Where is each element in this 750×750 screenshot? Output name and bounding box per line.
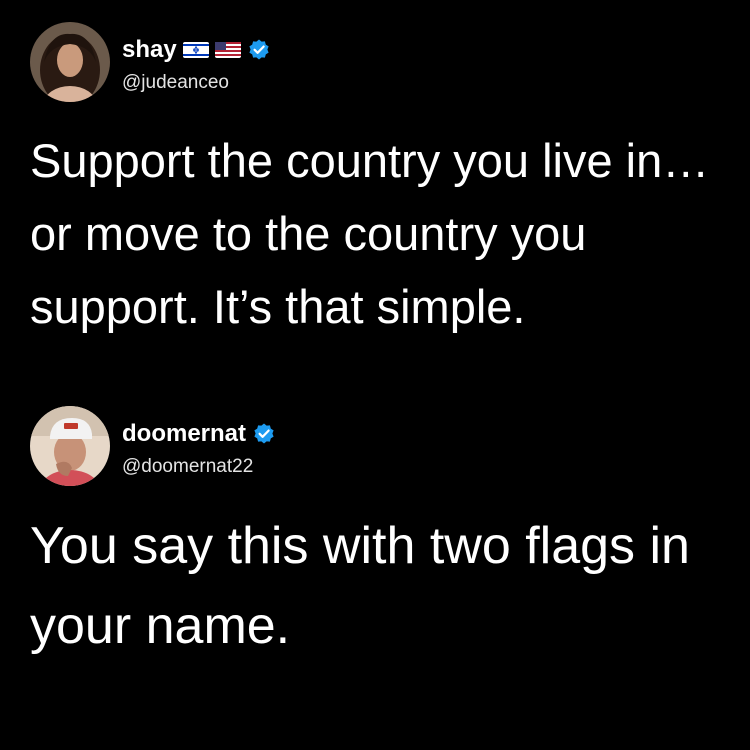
verified-badge-icon [249, 39, 269, 60]
display-name[interactable]: shay [122, 36, 177, 64]
israel-flag-icon [182, 42, 209, 58]
verified-badge-icon [254, 423, 274, 444]
avatar-shay[interactable] [30, 22, 110, 102]
display-name[interactable]: doomernat [122, 420, 246, 448]
tweet-text: You say this with two flags in your name… [30, 517, 690, 655]
handle[interactable]: @doomernat22 [122, 456, 253, 478]
name-row: shay [122, 36, 271, 64]
us-flag-icon [214, 42, 241, 58]
tweet-text: Support the country you live in… or move… [30, 134, 710, 333]
name-row: doomernat [122, 420, 276, 448]
handle[interactable]: @judeanceo [122, 72, 229, 94]
avatar-image [30, 22, 110, 102]
avatar-image [30, 406, 110, 486]
avatar-doomernat[interactable] [30, 406, 110, 486]
